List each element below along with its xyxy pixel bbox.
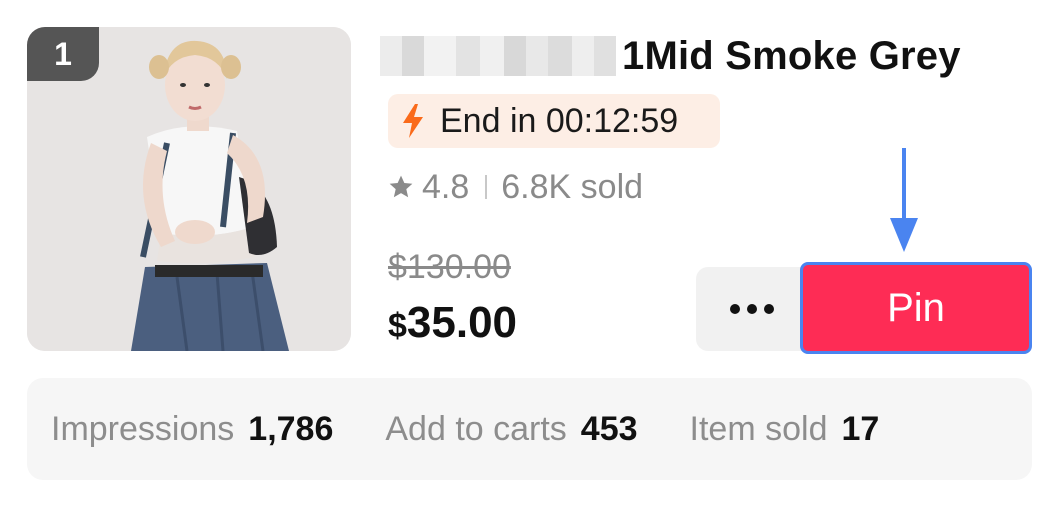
stat-impressions: Impressions 1,786: [51, 410, 333, 449]
divider: [485, 175, 488, 199]
currency-symbol: $: [388, 307, 407, 345]
price-amount: 35.00: [406, 298, 518, 347]
stat-item-sold: Item sold 17: [690, 410, 880, 449]
more-options-button[interactable]: [696, 267, 808, 351]
star-icon: [389, 175, 413, 198]
stat-value: 17: [841, 409, 880, 448]
product-card: 1 1Mid Smoke Grey End in 00:12:59 4.8 6.…: [0, 0, 1062, 519]
product-title: 1Mid Smoke Grey: [622, 33, 961, 78]
stat-value: 1,786: [248, 409, 334, 448]
countdown-text: End in 00:12:59: [440, 101, 679, 140]
stats-bar: Impressions 1,786 Add to carts 453 Item …: [27, 378, 1032, 480]
arrow-down-annotation-icon: [890, 148, 918, 252]
rating-value: 4.8: [422, 167, 470, 206]
rank-badge: 1: [27, 27, 99, 81]
current-price: $35.00: [388, 298, 517, 348]
stat-label: Add to carts: [385, 409, 567, 448]
product-title-row[interactable]: 1Mid Smoke Grey: [380, 30, 961, 82]
stat-value: 453: [580, 409, 638, 448]
more-horizontal-icon: [730, 304, 774, 314]
rating-row: 4.8 6.8K sold: [388, 165, 643, 209]
redacted-title-prefix: [380, 36, 616, 76]
pin-button[interactable]: Pin: [800, 262, 1032, 354]
stat-add-to-carts: Add to carts 453: [385, 410, 637, 449]
flash-sale-countdown: End in 00:12:59: [388, 94, 720, 148]
sold-count: 6.8K sold: [501, 167, 644, 206]
bolt-icon: [403, 104, 423, 138]
original-price: $130.00: [388, 248, 511, 286]
stat-label: Item sold: [689, 409, 828, 448]
stat-label: Impressions: [51, 409, 235, 448]
